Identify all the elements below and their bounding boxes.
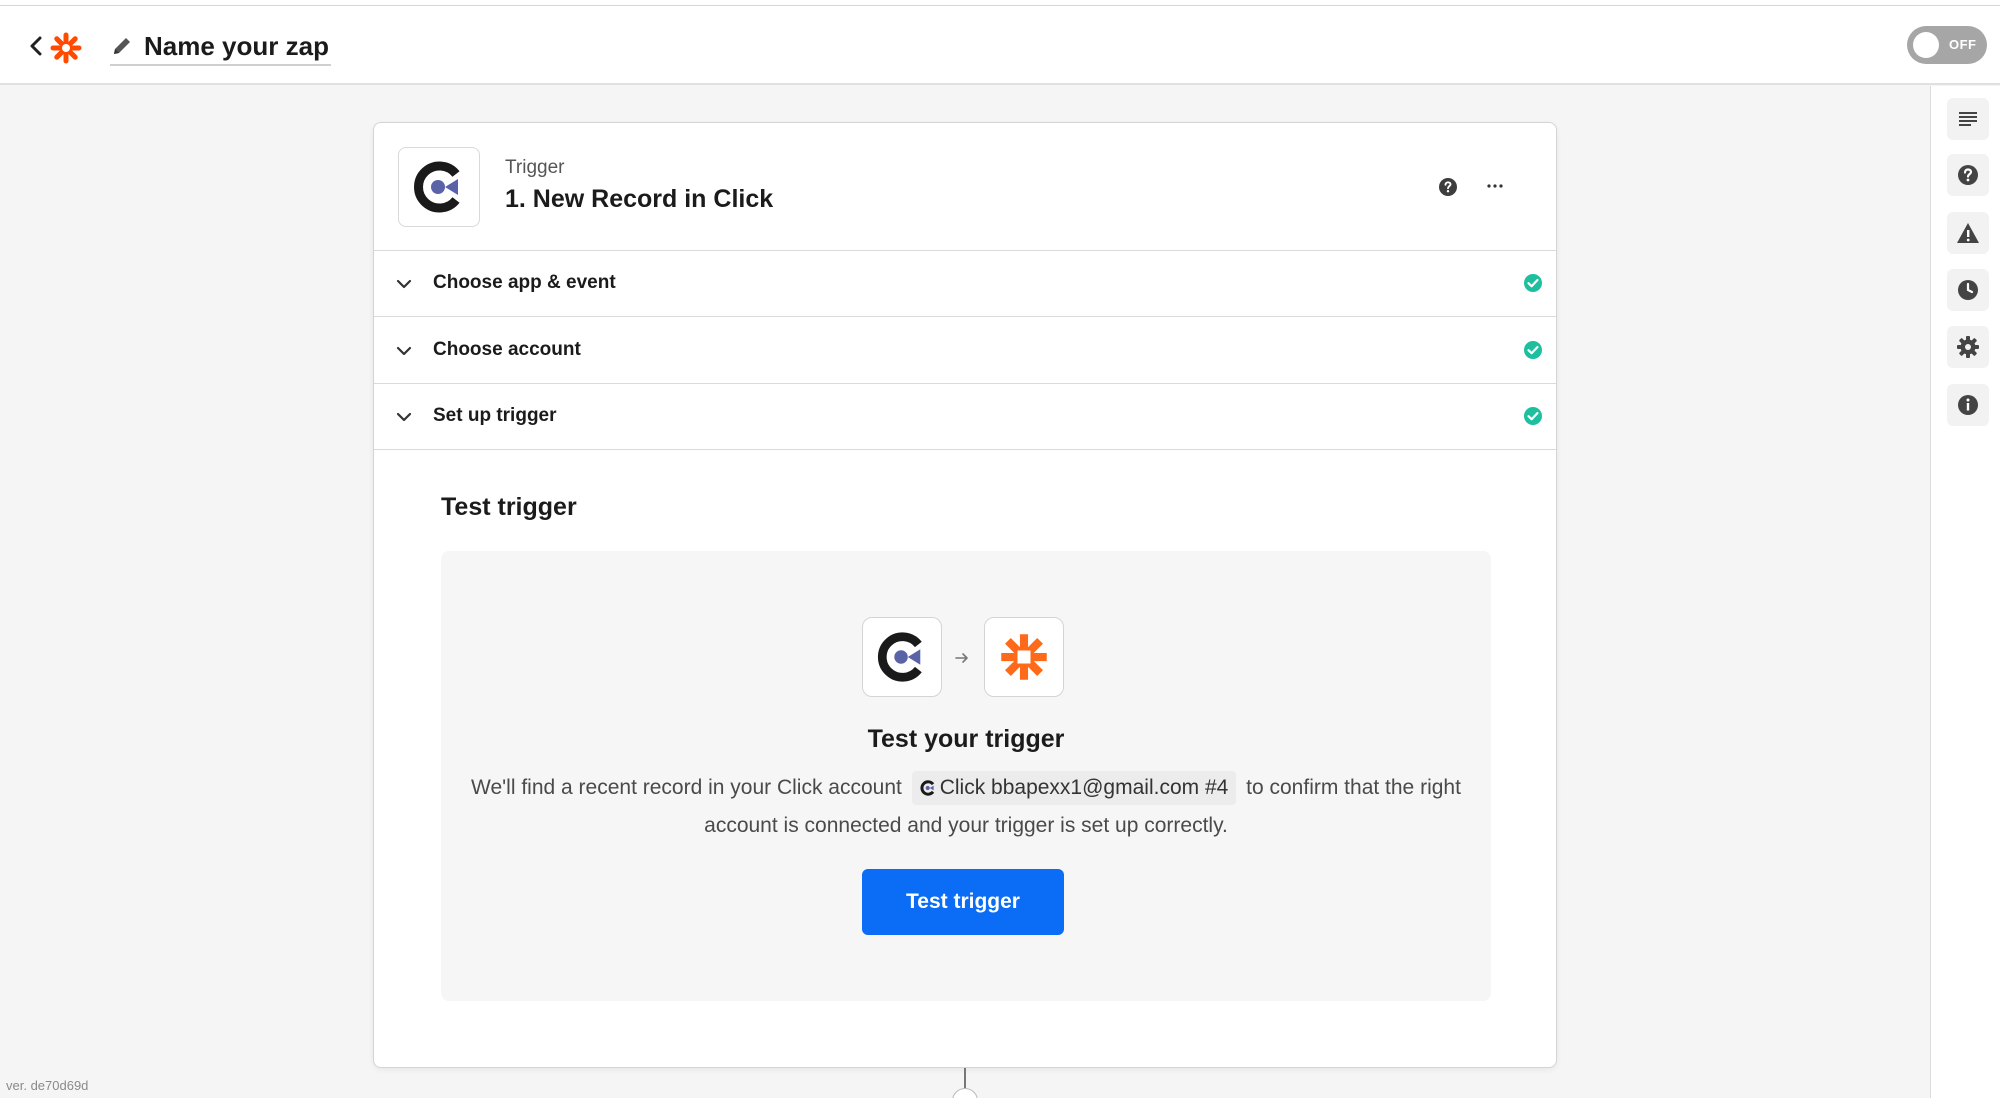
gear-icon [1957, 336, 1979, 358]
click-app-logo-icon [414, 161, 460, 213]
back-button[interactable] [24, 32, 48, 60]
account-chip-label: Click bbapexx1@gmail.com #4 [939, 776, 1229, 800]
pencil-icon [114, 38, 130, 54]
test-your-trigger-title: Test your trigger [867, 725, 1065, 753]
check-circle-icon [1524, 274, 1542, 292]
test-description: We'll find a recent record in your Click… [441, 769, 1491, 845]
chevron-down-icon [396, 412, 412, 422]
zap-name-field[interactable]: Name your zap [110, 28, 331, 66]
click-app-logo-icon [920, 780, 934, 797]
step-more-button[interactable] [1482, 173, 1508, 199]
arrow-right-icon [955, 653, 968, 663]
warning-icon [1957, 223, 1979, 243]
outline-button[interactable] [1947, 98, 1989, 140]
zap-on-off-toggle[interactable]: OFF [1907, 26, 1987, 64]
click-app-logo-icon [878, 632, 922, 682]
check-circle-icon [1524, 407, 1542, 425]
version-label: ver. de70d69d [6, 1078, 89, 1093]
step-label: Choose account [433, 339, 581, 360]
zap-name: Name your zap [144, 30, 329, 61]
step-set-up-trigger[interactable]: Set up trigger [374, 384, 1556, 450]
click-app-tile [862, 617, 942, 697]
chevron-down-icon [396, 279, 412, 289]
zapier-logo-icon [1001, 634, 1047, 680]
account-chip: Click bbapexx1@gmail.com #4 [911, 771, 1237, 806]
trigger-title: 1. New Record in Click [505, 185, 774, 213]
trigger-step-card: Trigger 1. New Record in Click Choose ap… [373, 122, 1557, 1068]
right-sidebar [1930, 86, 2000, 1098]
settings-button[interactable] [1947, 326, 1989, 368]
check-circle-icon [1524, 341, 1542, 359]
step-label: Choose app & event [433, 272, 616, 293]
history-button[interactable] [1947, 269, 1989, 311]
test-trigger-panel: Test your trigger We'll find a recent re… [441, 551, 1491, 1001]
help-button[interactable] [1947, 154, 1989, 196]
chevron-left-icon [30, 36, 42, 56]
zapier-logo-icon [50, 32, 82, 64]
history-icon [1958, 280, 1978, 300]
outline-icon [1959, 112, 1977, 126]
editor-header: Name your zap OFF [0, 6, 2000, 85]
step-help-icon[interactable] [1437, 176, 1459, 198]
click-app-tile [398, 147, 480, 227]
chevron-down-icon [396, 346, 412, 356]
toggle-knob [1913, 32, 1939, 58]
info-button[interactable] [1947, 384, 1989, 426]
warnings-button[interactable] [1947, 212, 1989, 254]
ellipsis-icon [1487, 184, 1503, 188]
step-choose-account[interactable]: Choose account [374, 318, 1556, 384]
zapier-app-tile [984, 617, 1064, 697]
desc-before: We'll find a recent record in your Click… [471, 776, 902, 799]
help-icon [1958, 165, 1978, 185]
test-trigger-button[interactable]: Test trigger [862, 869, 1064, 935]
test-trigger-heading: Test trigger [441, 493, 577, 521]
toggle-label: OFF [1949, 37, 1977, 52]
step-label: Set up trigger [433, 405, 557, 426]
info-icon [1958, 395, 1978, 415]
step-choose-app-event[interactable]: Choose app & event [374, 251, 1556, 317]
trigger-label: Trigger [505, 157, 565, 178]
add-step-button[interactable] [952, 1088, 978, 1098]
trigger-card-header: Trigger 1. New Record in Click [374, 123, 1556, 251]
